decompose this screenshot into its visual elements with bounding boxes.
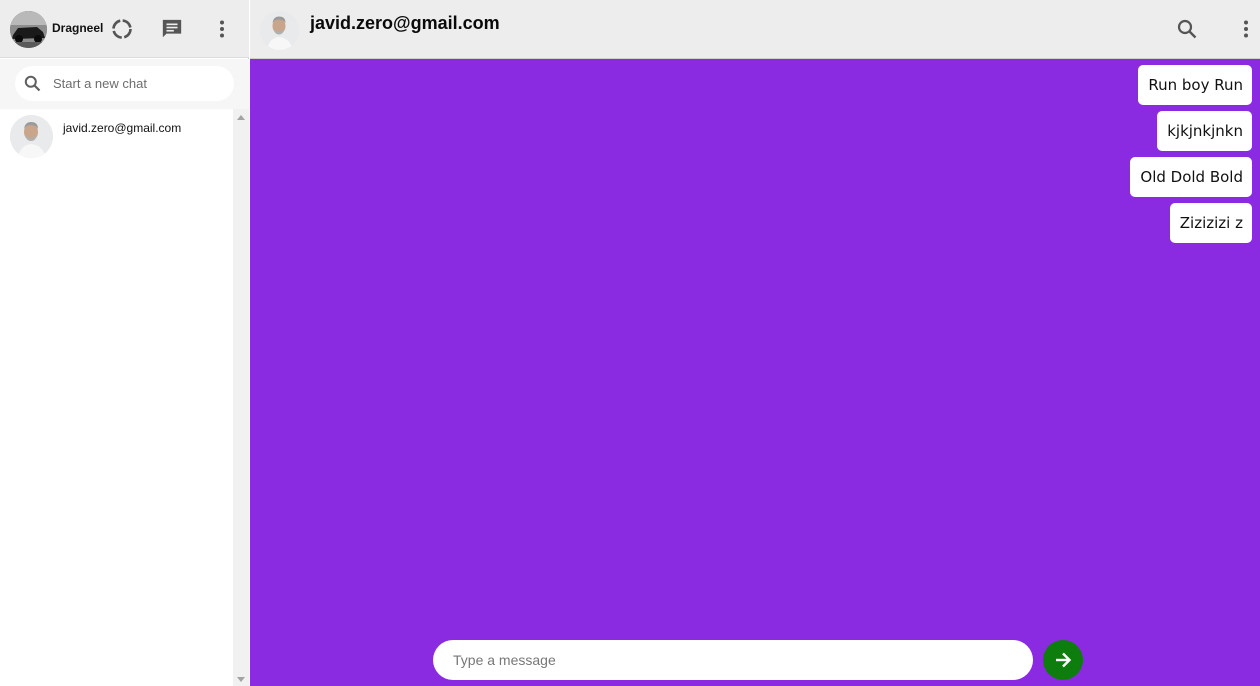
chat-header: javid.zero@gmail.com <box>250 0 1260 59</box>
contact-avatar[interactable] <box>260 11 299 50</box>
scroll-up-icon[interactable] <box>237 115 245 120</box>
message-bubble: kjkjnkjnkn <box>1157 111 1252 151</box>
compose-box <box>433 640 1033 680</box>
more-vert-icon[interactable] <box>1234 17 1258 41</box>
search-icon <box>24 75 41 92</box>
status-icon[interactable] <box>110 17 134 41</box>
sidebar-header: Dragneel <box>0 0 249 58</box>
more-vert-icon[interactable] <box>210 17 234 41</box>
search-container <box>0 59 249 109</box>
scroll-down-icon[interactable] <box>237 677 245 682</box>
message-input[interactable] <box>453 640 1013 680</box>
new-chat-icon[interactable] <box>160 17 184 41</box>
message-bubble: Run boy Run <box>1138 65 1252 105</box>
send-button[interactable] <box>1043 640 1083 680</box>
search-input[interactable] <box>53 66 228 101</box>
search-box <box>15 66 234 101</box>
chat-list: javid.zero@gmail.com <box>0 109 233 686</box>
contact-avatar <box>10 115 53 158</box>
message-bubble: Old Dold Bold <box>1130 157 1252 197</box>
search-icon[interactable] <box>1175 17 1199 41</box>
message-bubble: Zizizizi z <box>1169 203 1252 243</box>
arrow-right-icon <box>1056 652 1072 668</box>
chat-item-name: javid.zero@gmail.com <box>63 121 182 135</box>
chat-panel: javid.zero@gmail.com Run boy Run kjkjnkj… <box>250 0 1260 686</box>
scrollbar[interactable] <box>233 109 249 686</box>
user-name: Dragneel <box>52 21 104 35</box>
contact-name: javid.zero@gmail.com <box>310 13 500 33</box>
chat-list-item[interactable]: javid.zero@gmail.com <box>0 109 233 165</box>
user-avatar[interactable] <box>10 11 47 48</box>
messages-area: Run boy Run kjkjnkjnkn Old Dold Bold Ziz… <box>250 59 1260 686</box>
sidebar: Dragneel Start a new chat javid.zero@gma… <box>0 0 249 686</box>
